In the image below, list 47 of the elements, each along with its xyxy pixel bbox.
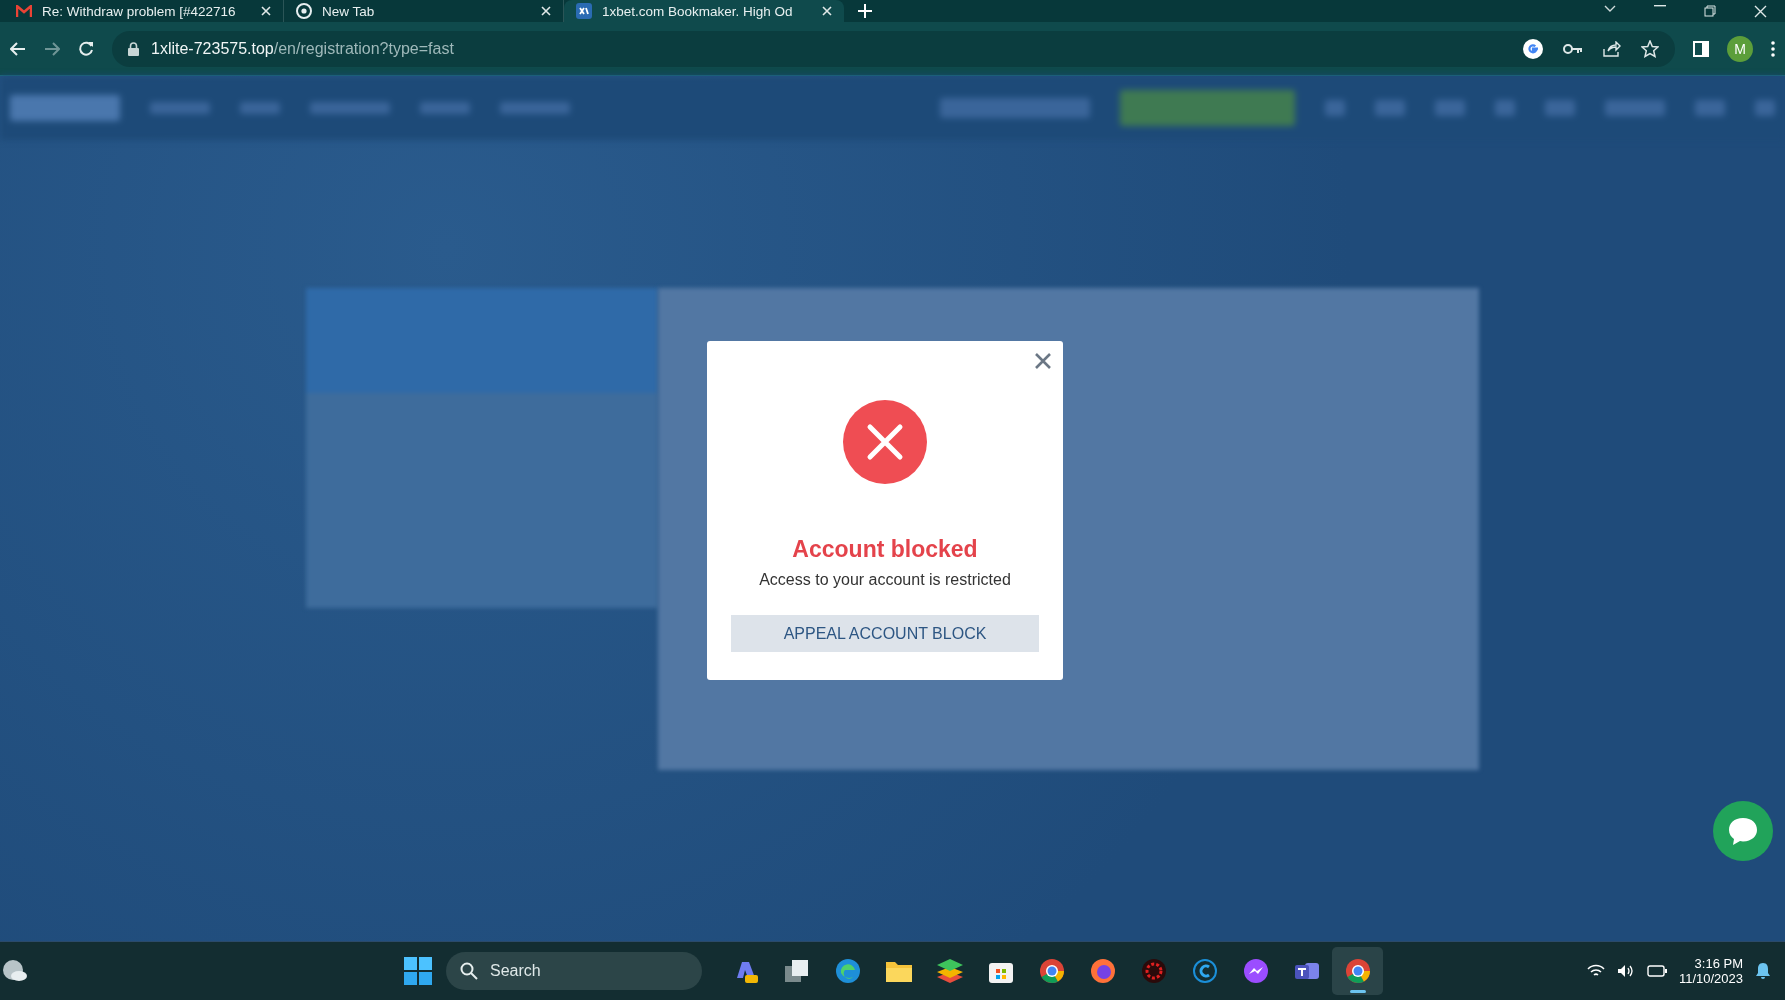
share-icon[interactable] [1603, 40, 1621, 57]
chrome-icon [296, 3, 312, 19]
chrome-icon [1344, 958, 1371, 984]
taskbar-app[interactable] [1332, 947, 1383, 995]
mail-icon [16, 5, 32, 17]
site-logo-icon [576, 3, 592, 19]
c-logo-icon [1191, 958, 1218, 984]
key-icon[interactable] [1563, 42, 1583, 55]
chevron-down-icon[interactable] [1604, 4, 1616, 13]
messenger-icon [1242, 958, 1269, 984]
clock-time[interactable]: 3:16 PM [1694, 956, 1743, 971]
edge-icon [834, 958, 861, 984]
firefox-icon [1089, 958, 1116, 984]
back-arrow-icon[interactable] [10, 41, 26, 56]
search-field[interactable]: Search [446, 952, 702, 990]
close-icon[interactable] [541, 6, 551, 16]
browser-tab[interactable]: 1xbet.com Bookmaker. High Od [564, 0, 844, 22]
weather-icon[interactable] [2, 959, 28, 983]
star-icon[interactable] [1641, 39, 1659, 58]
error-icon [843, 400, 927, 484]
reload-icon[interactable] [78, 40, 94, 57]
minimize-icon[interactable] [1654, 4, 1666, 7]
dialog-title: Account blocked [792, 536, 978, 563]
close-icon[interactable] [822, 6, 832, 16]
dialog-message: Access to your account is restricted [759, 571, 1011, 589]
search-icon [460, 962, 478, 980]
wifi-icon[interactable] [1586, 964, 1605, 978]
bell-icon[interactable] [1755, 962, 1771, 980]
chat-bubble-icon[interactable] [1713, 801, 1773, 861]
lock-icon [128, 41, 139, 56]
chrome-icon [1038, 958, 1065, 984]
google-icon[interactable] [1523, 38, 1543, 59]
close-icon[interactable] [261, 6, 271, 16]
restore-icon[interactable] [1704, 4, 1716, 17]
battery-icon[interactable] [1646, 965, 1667, 977]
appeal-button[interactable]: APPEAL ACCOUNT BLOCK [731, 615, 1039, 652]
speaker-icon[interactable] [1616, 964, 1635, 978]
address-bar[interactable]: 1xlite-723575.top/en/registration?type=fast [112, 30, 1675, 67]
windows-start-icon[interactable] [404, 957, 432, 985]
close-icon[interactable] [1754, 4, 1767, 18]
forward-arrow-icon[interactable] [44, 41, 60, 56]
menu-icon[interactable] [1771, 40, 1775, 57]
clock-date[interactable]: 11/10/2023 [1678, 971, 1743, 986]
new-tab-icon[interactable] [858, 4, 872, 18]
folder-icon [884, 959, 913, 983]
side-panel-icon[interactable] [1693, 40, 1709, 57]
layers-icon [935, 958, 964, 984]
